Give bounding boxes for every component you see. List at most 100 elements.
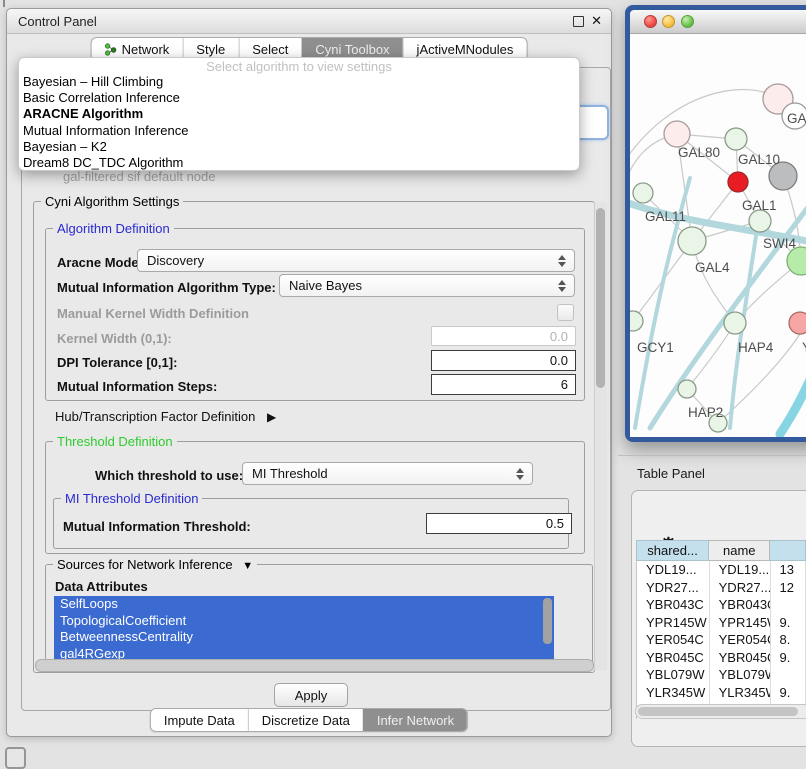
table-cell: YBR045C [637, 649, 710, 667]
threshold-definition-title: Threshold Definition [53, 434, 177, 449]
table-cell: YBL079W [710, 666, 771, 684]
network-node[interactable] [749, 210, 771, 232]
data-attributes-label: Data Attributes [55, 579, 148, 594]
table-cell: YPR145W [637, 614, 710, 632]
network-node[interactable] [724, 312, 746, 334]
table-row[interactable]: YBR043CYBR043C [637, 596, 806, 614]
attribute-item-betweennesscentrality[interactable]: BetweennessCentrality [54, 629, 554, 646]
dropdown-item-basic-correlation-inference[interactable]: Basic Correlation Inference [19, 90, 579, 106]
tab-label: Style [196, 42, 225, 57]
node-label-gal4: GAL4 [695, 260, 730, 275]
stepper-arrows-icon [512, 468, 527, 480]
desktop-mini-icon[interactable] [5, 747, 26, 769]
network-node[interactable] [664, 121, 690, 147]
tab-label: Network [122, 42, 170, 57]
table-cell: YBL079W [637, 666, 710, 684]
column-header-shared[interactable]: shared... [636, 540, 709, 561]
mi-steps-input[interactable]: 6 [431, 374, 576, 395]
tab-label: Infer Network [377, 713, 454, 728]
table-cell: YDL19... [637, 561, 710, 579]
table-panel-title: Table Panel [637, 466, 705, 481]
table-row[interactable]: YBL079WYBL079W [637, 666, 806, 684]
table-row[interactable]: YER054CYER054C8. [637, 631, 806, 649]
node-label-hap2: HAP2 [688, 405, 723, 420]
mi-threshold-group-title: MI Threshold Definition [61, 491, 202, 506]
mi-threshold-label: Mutual Information Threshold: [63, 519, 251, 534]
settings-vertical-scrollbar[interactable] [594, 202, 607, 670]
tab-infer-network[interactable]: Infer Network [363, 709, 467, 731]
attribute-item-selfloops[interactable]: SelfLoops [54, 596, 554, 613]
dropdown-item-aracne-algorithm[interactable]: ARACNE Algorithm [19, 106, 579, 122]
float-window-icon[interactable] [573, 16, 584, 27]
aracne-mode-label: Aracne Mode: [57, 255, 143, 270]
network-node[interactable] [633, 183, 653, 203]
manual-kernel-width-checkbox [557, 304, 574, 321]
mi-steps-label: Mutual Information Steps: [57, 379, 217, 394]
network-combo-text-fragment: gal-filtered sif default node [63, 169, 215, 184]
table-cell: YBR043C [637, 596, 710, 614]
table-cell: YER054C [637, 631, 710, 649]
node-label-gal10: GAL10 [738, 152, 780, 167]
table-cell: YLR345W [637, 684, 710, 702]
network-node[interactable] [725, 128, 747, 150]
control-panel-titlebar: Control Panel ✕ [7, 9, 611, 34]
dropdown-item-bayesian-k2[interactable]: Bayesian – K2 [19, 139, 579, 155]
network-node[interactable] [728, 172, 748, 192]
table-row[interactable]: YLR345WYLR345W9. [637, 684, 806, 702]
minimize-window-button[interactable] [662, 15, 675, 28]
collapse-arrow-icon[interactable]: ▼ [242, 560, 253, 572]
close-icon[interactable]: ✕ [591, 13, 602, 29]
close-window-button[interactable] [644, 15, 657, 28]
table-row[interactable]: YPR145WYPR145W9. [637, 614, 806, 632]
network-window-titlebar[interactable] [630, 10, 806, 34]
data-attributes-list[interactable]: SelfLoopsTopologicalCoefficientBetweenne… [54, 596, 554, 663]
dropdown-item-bayesian-hill-climbing[interactable]: Bayesian – Hill Climbing [19, 74, 579, 90]
zoom-window-button[interactable] [681, 15, 694, 28]
attributes-list-scrollbar[interactable] [543, 598, 552, 644]
dropdown-item-dream8-dc-tdc-algorithm[interactable]: Dream8 DC_TDC Algorithm [19, 155, 579, 171]
kernel-width-input: 0.0 [431, 326, 576, 346]
network-node[interactable] [789, 312, 806, 334]
table-horizontal-scrollbar[interactable] [635, 704, 806, 719]
tab-discretize-data[interactable]: Discretize Data [248, 709, 363, 731]
which-threshold-select[interactable]: MI Threshold [242, 462, 533, 485]
settings-horizontal-scrollbar[interactable] [35, 659, 594, 672]
network-canvas[interactable]: GALGAL80GAL10GAL1GAL11SWI4GAL4GCY1HAP4YH… [630, 34, 806, 437]
network-node[interactable] [678, 380, 696, 398]
table-cell: 9. [771, 684, 806, 702]
table-cell [771, 666, 806, 684]
node-label-gal1: GAL1 [742, 198, 777, 213]
control-panel-title: Control Panel [18, 14, 97, 29]
column-header-name[interactable]: name [709, 540, 770, 561]
tab-label: Select [252, 42, 288, 57]
table-cell: 13 [771, 561, 806, 579]
table-row[interactable]: YDR27...YDR27...12 [637, 579, 806, 597]
table-cell: YER054C [710, 631, 771, 649]
dpi-tolerance-input[interactable]: 0.0 [431, 350, 576, 371]
scrollbar-thumb[interactable] [638, 707, 798, 716]
stepper-arrows-icon [554, 255, 569, 267]
network-combo-fragment [575, 105, 609, 140]
expand-arrow-icon[interactable]: ▶ [267, 410, 276, 424]
table-row[interactable]: YDL19...YDL19...13 [637, 561, 806, 579]
mi-algorithm-type-select[interactable]: Naive Bayes [279, 274, 575, 297]
tab-label: Impute Data [164, 713, 235, 728]
hub-definition-toggle[interactable]: Hub/Transcription Factor Definition ▶ [55, 409, 276, 424]
column-header-clipped[interactable] [770, 540, 806, 561]
network-graph[interactable]: GALGAL80GAL10GAL1GAL11SWI4GAL4GCY1HAP4YH… [630, 34, 806, 437]
network-edge [780, 352, 806, 434]
table-cell: YDR27... [710, 579, 771, 597]
aracne-mode-select[interactable]: Discovery [137, 249, 575, 272]
table-row[interactable]: YBR045CYBR045C9. [637, 649, 806, 667]
network-node[interactable] [678, 227, 706, 255]
mi-threshold-input[interactable]: 0.5 [426, 513, 572, 534]
tab-impute-data[interactable]: Impute Data [151, 709, 248, 731]
network-node[interactable] [630, 311, 643, 331]
sources-group-header[interactable]: Sources for Network Inference ▼ [53, 557, 257, 572]
dropdown-item-mutual-information-inference[interactable]: Mutual Information Inference [19, 123, 579, 139]
apply-button[interactable]: Apply [274, 683, 348, 707]
attribute-item-topologicalcoefficient[interactable]: TopologicalCoefficient [54, 613, 554, 630]
tab-label: jActiveMNodules [417, 42, 514, 57]
scrollbar-thumb[interactable] [596, 208, 605, 388]
table-cell: 8. [771, 631, 806, 649]
